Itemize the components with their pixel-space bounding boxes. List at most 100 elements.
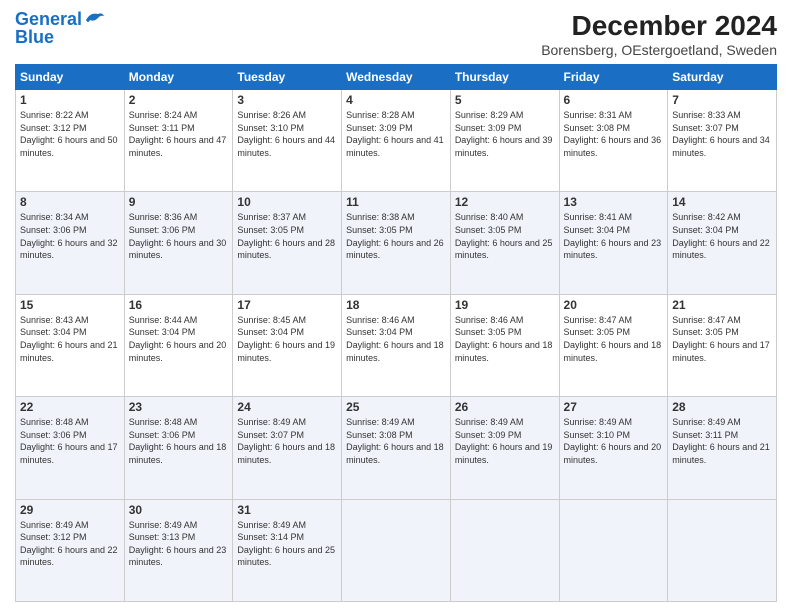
day-number: 22 (20, 400, 120, 414)
table-row: 31 Sunrise: 8:49 AMSunset: 3:14 PMDayligh… (233, 499, 342, 601)
day-number: 10 (237, 195, 337, 209)
day-number: 21 (672, 298, 772, 312)
logo: GeneralBlue (15, 10, 106, 46)
day-info: Sunrise: 8:48 AMSunset: 3:06 PMDaylight:… (20, 416, 120, 466)
day-number: 1 (20, 93, 120, 107)
table-row: 28 Sunrise: 8:49 AMSunset: 3:11 PMDayligh… (668, 397, 777, 499)
day-info: Sunrise: 8:49 AMSunset: 3:13 PMDaylight:… (129, 519, 229, 569)
table-row (559, 499, 668, 601)
header: GeneralBlue December 2024 Borensberg, OE… (15, 10, 777, 58)
day-number: 14 (672, 195, 772, 209)
day-info: Sunrise: 8:40 AMSunset: 3:05 PMDaylight:… (455, 211, 555, 261)
day-info: Sunrise: 8:49 AMSunset: 3:10 PMDaylight:… (564, 416, 664, 466)
day-number: 24 (237, 400, 337, 414)
day-info: Sunrise: 8:36 AMSunset: 3:06 PMDaylight:… (129, 211, 229, 261)
day-number: 5 (455, 93, 555, 107)
day-info: Sunrise: 8:46 AMSunset: 3:05 PMDaylight:… (455, 314, 555, 364)
header-sunday: Sunday (16, 65, 125, 90)
table-row: 13 Sunrise: 8:41 AMSunset: 3:04 PMDayligh… (559, 192, 668, 294)
calendar-week-row: 29 Sunrise: 8:49 AMSunset: 3:12 PMDayligh… (16, 499, 777, 601)
day-number: 7 (672, 93, 772, 107)
table-row: 26Sunrise: 8:49 AMSunset: 3:09 PMDayligh… (450, 397, 559, 499)
table-row: 6 Sunrise: 8:31 AMSunset: 3:08 PMDaylight… (559, 90, 668, 192)
day-number: 30 (129, 503, 229, 517)
day-info: Sunrise: 8:38 AMSunset: 3:05 PMDaylight:… (346, 211, 446, 261)
day-number: 20 (564, 298, 664, 312)
table-row: 9 Sunrise: 8:36 AMSunset: 3:06 PMDaylight… (124, 192, 233, 294)
table-row (668, 499, 777, 601)
table-row: 25Sunrise: 8:49 AMSunset: 3:08 PMDayligh… (342, 397, 451, 499)
page-subtitle: Borensberg, OEstergoetland, Sweden (541, 42, 777, 58)
table-row: 23 Sunrise: 8:48 AMSunset: 3:06 PMDayligh… (124, 397, 233, 499)
day-number: 12 (455, 195, 555, 209)
header-saturday: Saturday (668, 65, 777, 90)
table-row: 15 Sunrise: 8:43 AMSunset: 3:04 PMDayligh… (16, 294, 125, 396)
logo-text: GeneralBlue (15, 10, 82, 46)
day-number: 16 (129, 298, 229, 312)
header-thursday: Thursday (450, 65, 559, 90)
day-info: Sunrise: 8:49 AMSunset: 3:11 PMDaylight:… (672, 416, 772, 466)
day-number: 13 (564, 195, 664, 209)
day-info: Sunrise: 8:46 AMSunset: 3:04 PMDaylight:… (346, 314, 446, 364)
day-number: 11 (346, 195, 446, 209)
day-number: 9 (129, 195, 229, 209)
table-row: 30 Sunrise: 8:49 AMSunset: 3:13 PMDayligh… (124, 499, 233, 601)
table-row: 10Sunrise: 8:37 AMSunset: 3:05 PMDayligh… (233, 192, 342, 294)
day-info: Sunrise: 8:31 AMSunset: 3:08 PMDaylight:… (564, 109, 664, 159)
table-row (342, 499, 451, 601)
calendar-week-row: 22 Sunrise: 8:48 AMSunset: 3:06 PMDayligh… (16, 397, 777, 499)
table-row: 16Sunrise: 8:44 AMSunset: 3:04 PMDayligh… (124, 294, 233, 396)
table-row: 27Sunrise: 8:49 AMSunset: 3:10 PMDayligh… (559, 397, 668, 499)
day-info: Sunrise: 8:24 AMSunset: 3:11 PMDaylight:… (129, 109, 229, 159)
day-number: 15 (20, 298, 120, 312)
day-info: Sunrise: 8:33 AMSunset: 3:07 PMDaylight:… (672, 109, 772, 159)
day-number: 26 (455, 400, 555, 414)
day-info: Sunrise: 8:49 AMSunset: 3:08 PMDaylight:… (346, 416, 446, 466)
table-row: 19 Sunrise: 8:46 AMSunset: 3:05 PMDayligh… (450, 294, 559, 396)
day-number: 29 (20, 503, 120, 517)
table-row: 12 Sunrise: 8:40 AMSunset: 3:05 PMDayligh… (450, 192, 559, 294)
table-row: 24 Sunrise: 8:49 AMSunset: 3:07 PMDayligh… (233, 397, 342, 499)
day-info: Sunrise: 8:43 AMSunset: 3:04 PMDaylight:… (20, 314, 120, 364)
day-info: Sunrise: 8:47 AMSunset: 3:05 PMDaylight:… (672, 314, 772, 364)
day-number: 18 (346, 298, 446, 312)
table-row: 2Sunrise: 8:24 AMSunset: 3:11 PMDaylight… (124, 90, 233, 192)
table-row: 1 Sunrise: 8:22 AMSunset: 3:12 PMDaylight… (16, 90, 125, 192)
table-row: 21 Sunrise: 8:47 AMSunset: 3:05 PMDayligh… (668, 294, 777, 396)
logo-bird-icon (84, 10, 106, 28)
day-number: 23 (129, 400, 229, 414)
calendar-table: Sunday Monday Tuesday Wednesday Thursday… (15, 64, 777, 602)
calendar-week-row: 1 Sunrise: 8:22 AMSunset: 3:12 PMDaylight… (16, 90, 777, 192)
day-info: Sunrise: 8:49 AMSunset: 3:12 PMDaylight:… (20, 519, 120, 569)
header-wednesday: Wednesday (342, 65, 451, 90)
page: GeneralBlue December 2024 Borensberg, OE… (0, 0, 792, 612)
day-number: 6 (564, 93, 664, 107)
day-info: Sunrise: 8:47 AMSunset: 3:05 PMDaylight:… (564, 314, 664, 364)
day-number: 3 (237, 93, 337, 107)
day-info: Sunrise: 8:41 AMSunset: 3:04 PMDaylight:… (564, 211, 664, 261)
table-row: 8Sunrise: 8:34 AMSunset: 3:06 PMDaylight… (16, 192, 125, 294)
table-row: 14 Sunrise: 8:42 AMSunset: 3:04 PMDayligh… (668, 192, 777, 294)
table-row (450, 499, 559, 601)
table-row: 29 Sunrise: 8:49 AMSunset: 3:12 PMDayligh… (16, 499, 125, 601)
table-row: 20 Sunrise: 8:47 AMSunset: 3:05 PMDayligh… (559, 294, 668, 396)
day-info: Sunrise: 8:49 AMSunset: 3:14 PMDaylight:… (237, 519, 337, 569)
day-number: 28 (672, 400, 772, 414)
day-info: Sunrise: 8:22 AMSunset: 3:12 PMDaylight:… (20, 109, 120, 159)
header-monday: Monday (124, 65, 233, 90)
day-info: Sunrise: 8:45 AMSunset: 3:04 PMDaylight:… (237, 314, 337, 364)
title-block: December 2024 Borensberg, OEstergoetland… (541, 10, 777, 58)
day-info: Sunrise: 8:34 AMSunset: 3:06 PMDaylight:… (20, 211, 120, 261)
table-row: 5Sunrise: 8:29 AMSunset: 3:09 PMDaylight… (450, 90, 559, 192)
table-row: 3Sunrise: 8:26 AMSunset: 3:10 PMDaylight… (233, 90, 342, 192)
day-info: Sunrise: 8:48 AMSunset: 3:06 PMDaylight:… (129, 416, 229, 466)
table-row: 4Sunrise: 8:28 AMSunset: 3:09 PMDaylight… (342, 90, 451, 192)
day-number: 31 (237, 503, 337, 517)
day-number: 19 (455, 298, 555, 312)
day-info: Sunrise: 8:42 AMSunset: 3:04 PMDaylight:… (672, 211, 772, 261)
day-info: Sunrise: 8:49 AMSunset: 3:07 PMDaylight:… (237, 416, 337, 466)
table-row: 18 Sunrise: 8:46 AMSunset: 3:04 PMDayligh… (342, 294, 451, 396)
table-row: 7 Sunrise: 8:33 AMSunset: 3:07 PMDaylight… (668, 90, 777, 192)
calendar-week-row: 15 Sunrise: 8:43 AMSunset: 3:04 PMDayligh… (16, 294, 777, 396)
calendar-week-row: 8Sunrise: 8:34 AMSunset: 3:06 PMDaylight… (16, 192, 777, 294)
